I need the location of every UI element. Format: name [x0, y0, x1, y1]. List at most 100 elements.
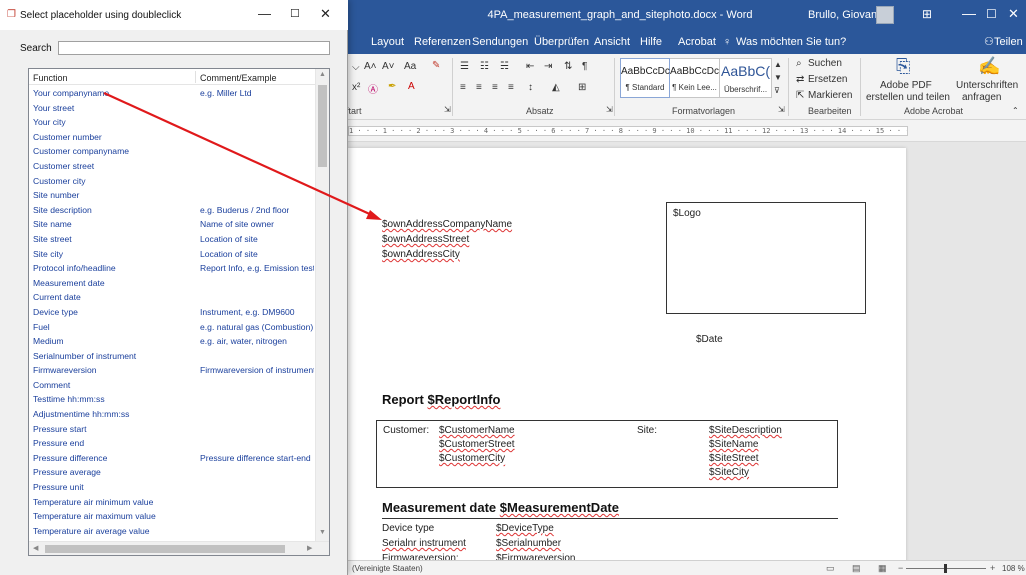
ribbon-display-options-icon[interactable]: ⊞: [922, 7, 932, 21]
print-layout-icon[interactable]: ▤: [852, 563, 861, 574]
numbering-icon[interactable]: ☷: [480, 61, 489, 72]
signature-icon[interactable]: ✍: [978, 56, 1000, 77]
placeholder-serialnumber[interactable]: $Serialnumber: [496, 538, 561, 549]
scroll-up-icon[interactable]: ▲: [319, 71, 326, 78]
word-user-name[interactable]: Brullo, Giovanni: [808, 9, 886, 21]
select-icon[interactable]: ⇱: [796, 90, 804, 101]
shading-icon[interactable]: ◭: [552, 82, 560, 93]
tab-ansicht[interactable]: Ansicht: [594, 36, 630, 48]
placeholder-date[interactable]: $Date: [696, 334, 723, 345]
list-item[interactable]: Pressure start: [29, 422, 315, 437]
close-icon[interactable]: ✕: [320, 6, 331, 22]
increase-indent-icon[interactable]: ⇥: [544, 61, 552, 72]
pilcrow-icon[interactable]: ¶: [582, 61, 587, 72]
list-item[interactable]: Site name Name of site owner: [29, 217, 315, 232]
style-heading[interactable]: AaBbC( Überschrif...: [720, 58, 772, 98]
select-button[interactable]: Markieren: [808, 90, 852, 101]
placeholder-own-street[interactable]: $ownAddressStreet: [382, 234, 469, 245]
avatar[interactable]: [876, 6, 894, 24]
scroll-left-icon[interactable]: ◀: [33, 544, 38, 552]
list-item[interactable]: Firmwareversion Firmwareversion of instru…: [29, 363, 315, 378]
zoom-level[interactable]: 108 %: [1002, 564, 1025, 573]
scroll-right-icon[interactable]: ▶: [307, 544, 312, 552]
list-item[interactable]: Customer city: [29, 174, 315, 189]
list-item[interactable]: Your street: [29, 101, 315, 116]
maximize-icon[interactable]: ☐: [986, 7, 997, 21]
change-case-button[interactable]: Aa: [404, 61, 416, 72]
list-item[interactable]: Temperature air minimum value: [29, 495, 315, 510]
align-right-icon[interactable]: ≡: [492, 82, 498, 93]
tab-acrobat[interactable]: Acrobat: [678, 36, 716, 48]
replace-button[interactable]: Ersetzen: [808, 74, 847, 85]
replace-icon[interactable]: ⇄: [796, 74, 804, 85]
list-item[interactable]: Protocol info/headline Report Info, e.g. …: [29, 261, 315, 276]
list-item[interactable]: Measurement date: [29, 276, 315, 291]
text-effects-icon[interactable]: Ⓐ: [368, 81, 378, 96]
list-item[interactable]: Site city Location of site: [29, 247, 315, 262]
zoom-in-icon[interactable]: +: [990, 563, 995, 573]
tell-me-search[interactable]: Was möchten Sie tun?: [736, 36, 846, 48]
placeholder-list[interactable]: Function Comment/Example Your companynam…: [28, 68, 330, 556]
customer-site-table[interactable]: Customer: $CustomerName $CustomerStreet …: [376, 420, 838, 488]
list-item[interactable]: Adjustmentime hh:mm:ss: [29, 407, 315, 422]
report-heading[interactable]: Report $ReportInfo: [382, 392, 500, 407]
list-item[interactable]: Pressure difference Pressure difference s…: [29, 451, 315, 466]
signatures-button[interactable]: Unterschriften: [956, 80, 1018, 91]
borders-icon[interactable]: ⊞: [578, 82, 586, 93]
zoom-slider-thumb[interactable]: [944, 564, 947, 573]
style-standard[interactable]: AaBbCcDc ¶ Standard: [620, 58, 670, 98]
list-item[interactable]: Your city: [29, 115, 315, 130]
list-item[interactable]: Device type Instrument, e.g. DM9600: [29, 305, 315, 320]
document-page[interactable]: $ownAddressCompanyName $ownAddressStreet…: [348, 148, 906, 568]
list-item[interactable]: Site description e.g. Buderus / 2nd floor: [29, 203, 315, 218]
style-no-spacing[interactable]: AaBbCcDc ¶ Kein Lee...: [670, 58, 720, 98]
font-size-dropdown-icon[interactable]: ⌵: [352, 62, 360, 73]
list-item[interactable]: Fuel e.g. natural gas (Combustion): [29, 320, 315, 335]
styles-dialog-launcher-icon[interactable]: ⇲: [778, 105, 785, 114]
status-language[interactable]: (Vereinigte Staaten): [352, 564, 423, 573]
styles-more-icon[interactable]: ⊽: [774, 86, 780, 95]
minimize-icon[interactable]: —: [258, 6, 271, 21]
multilevel-list-icon[interactable]: ☵: [500, 61, 509, 72]
read-mode-icon[interactable]: ▭: [826, 563, 835, 574]
measurement-heading[interactable]: Measurement date $MeasurementDate: [382, 500, 619, 515]
list-item[interactable]: Customer street: [29, 159, 315, 174]
styles-scroll-down-icon[interactable]: ▼: [774, 73, 782, 82]
list-item[interactable]: Pressure end: [29, 436, 315, 451]
line-spacing-icon[interactable]: ↕: [528, 82, 533, 93]
column-divider[interactable]: [195, 71, 196, 83]
adobe-pdf-icon[interactable]: ⎘: [896, 56, 910, 77]
list-item[interactable]: Testtime hh:mm:ss: [29, 392, 315, 407]
highlight-color-icon[interactable]: ✒: [388, 81, 396, 92]
list-item[interactable]: Pressure unit: [29, 480, 315, 495]
scrollbar-thumb[interactable]: [318, 85, 327, 167]
tab-referenzen[interactable]: Referenzen: [414, 36, 471, 48]
list-item[interactable]: Medium e.g. air, water, nitrogen: [29, 334, 315, 349]
list-item[interactable]: Temperature air maximum value: [29, 509, 315, 524]
maximize-icon[interactable]: ☐: [290, 7, 300, 20]
styles-scroll-up-icon[interactable]: ▲: [774, 60, 782, 69]
list-item[interactable]: Site street Location of site: [29, 232, 315, 247]
search-button[interactable]: Suchen: [808, 58, 842, 69]
tab-ueberpruefen[interactable]: Überprüfen: [534, 36, 589, 48]
list-item[interactable]: Customer number: [29, 130, 315, 145]
list-item[interactable]: Temperature air average value: [29, 524, 315, 539]
share-icon[interactable]: ⚇: [984, 35, 994, 48]
list-item[interactable]: Comment: [29, 378, 315, 393]
close-icon[interactable]: ✕: [1008, 6, 1019, 22]
shrink-font-button[interactable]: A˅: [382, 61, 395, 72]
justify-icon[interactable]: ≡: [508, 82, 514, 93]
dialog-titlebar[interactable]: ❐ Select placeholder using doubleclick —…: [0, 0, 348, 30]
list-item[interactable]: Your companyname e.g. Miller Ltd: [29, 86, 315, 101]
scroll-down-icon[interactable]: ▼: [319, 529, 326, 536]
paragraph-dialog-launcher-icon[interactable]: ⇲: [606, 105, 613, 114]
font-dialog-launcher-icon[interactable]: ⇲: [444, 105, 451, 114]
minimize-icon[interactable]: —: [962, 5, 976, 21]
horizontal-scrollbar[interactable]: ◀ ▶: [29, 541, 329, 555]
tab-sendungen[interactable]: Sendungen: [472, 36, 528, 48]
logo-frame[interactable]: $Logo: [666, 202, 866, 314]
column-header-comment[interactable]: Comment/Example: [200, 73, 277, 83]
bullets-icon[interactable]: ☰: [460, 61, 469, 72]
sort-icon[interactable]: ⇅: [564, 61, 572, 72]
ruler-scale[interactable]: 1 · · · 1 · · · 2 · · · 3 · · · 4 · · · …: [348, 126, 908, 136]
